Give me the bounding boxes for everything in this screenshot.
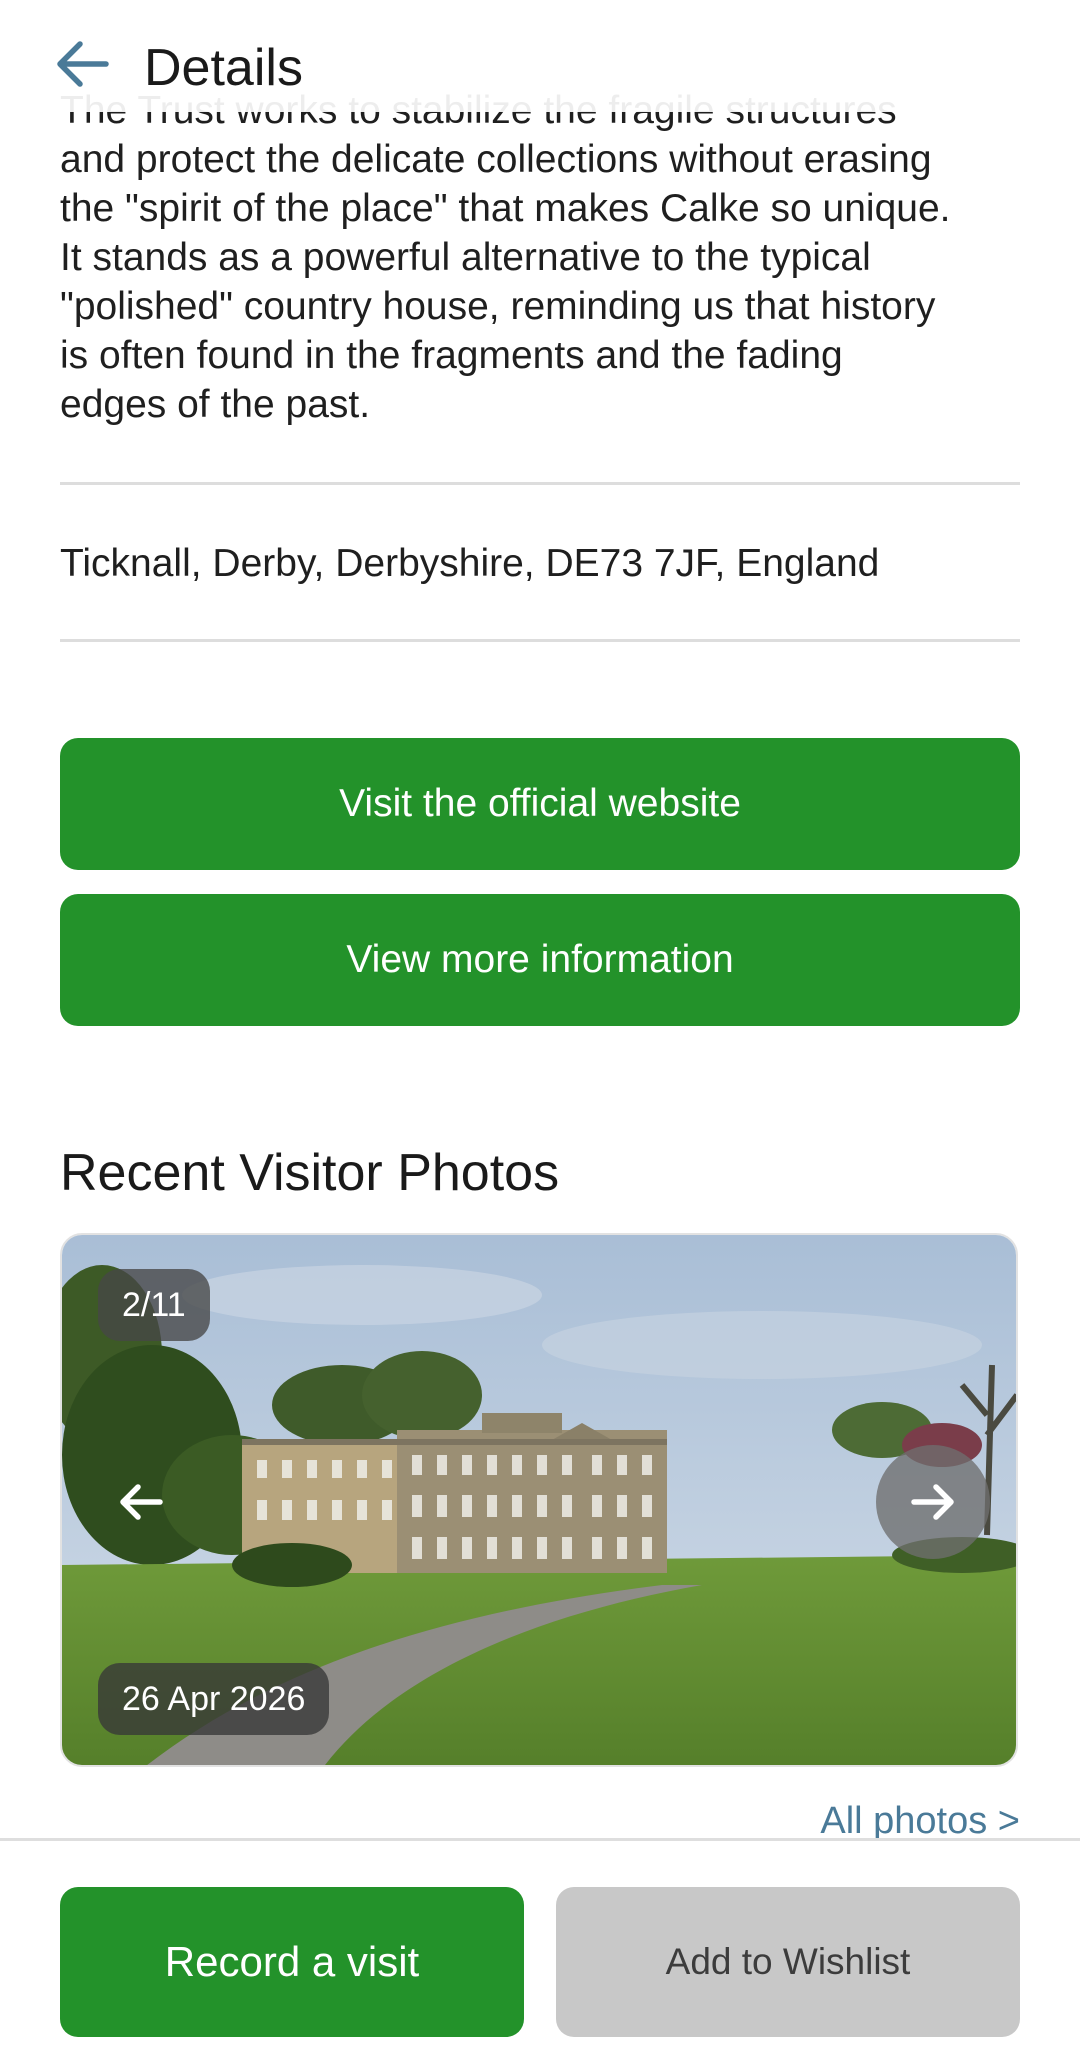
description-line: and protect the delicate collections wit… [60,138,932,181]
arrow-right-icon [911,1484,954,1520]
all-photos-link[interactable]: All photos > [820,1800,1020,1840]
page-title: Details [144,39,303,97]
divider [60,639,1020,642]
photo-counter-badge: 2/11 [98,1269,210,1341]
visit-website-button[interactable]: Visit the official website [60,738,1020,870]
description-text: The Trust works to stabilize the fragile… [60,86,1020,429]
arrow-left-icon [120,1484,163,1520]
add-to-wishlist-button[interactable]: Add to Wishlist [556,1887,1020,2037]
next-photo-button[interactable] [876,1445,990,1559]
view-more-info-button[interactable]: View more information [60,894,1020,1026]
bottom-action-bar: Record a visit Add to Wishlist [0,1838,1080,2070]
section-title-visitor-photos: Recent Visitor Photos [60,1144,560,1202]
description-line: It stands as a powerful alternative to t… [60,236,871,279]
record-visit-button[interactable]: Record a visit [60,1887,524,2037]
photo-carousel[interactable]: 2/11 26 Apr 2026 [60,1233,1018,1767]
previous-photo-button[interactable] [84,1445,198,1559]
scroll-content[interactable]: The Trust works to stabilize the fragile… [0,0,1080,1840]
address-text: Ticknall, Derby, Derbyshire, DE73 7JF, E… [60,542,880,585]
description-line: edges of the past. [60,383,371,426]
arrow-left-icon [57,41,109,87]
description-line: is often found in the fragments and the … [60,334,843,377]
top-app-bar: Details [0,0,1080,112]
description-line: "polished" country house, reminding us t… [60,285,936,328]
photo-date-badge: 26 Apr 2026 [98,1663,330,1735]
details-screen: The Trust works to stabilize the fragile… [0,0,1080,2070]
description-line: the "spirit of the place" that makes Cal… [60,187,951,230]
divider [60,482,1020,485]
back-button[interactable] [52,32,112,92]
